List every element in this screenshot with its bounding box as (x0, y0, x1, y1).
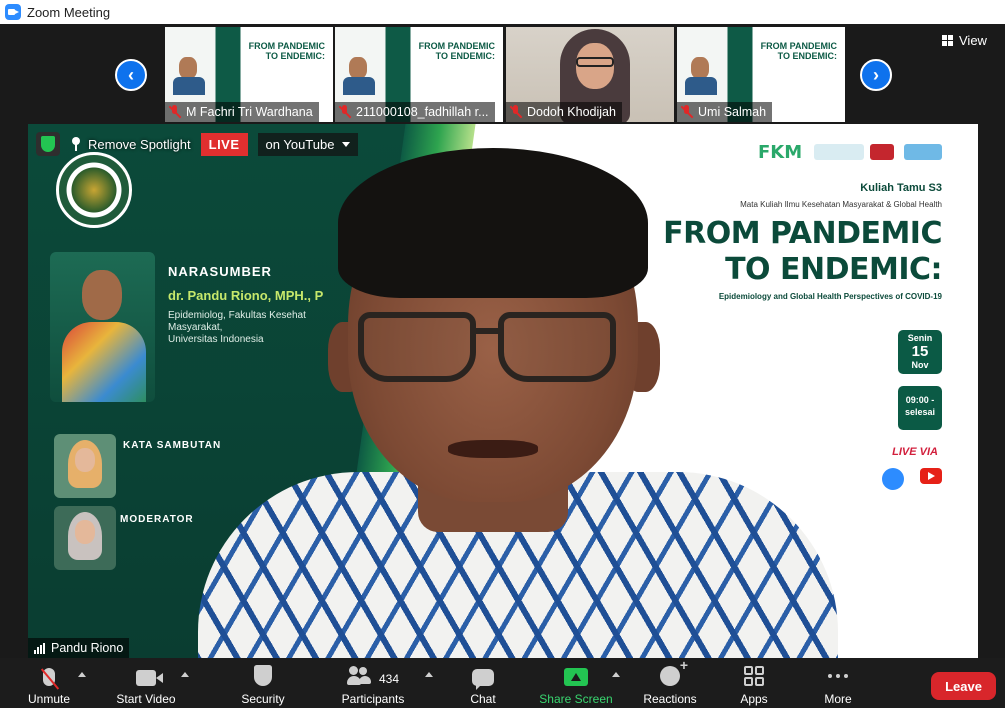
participant-name: 211000108_fadhillah r... (356, 105, 489, 119)
zoom-logo-icon (882, 468, 904, 490)
spotlight-overlay-bar: Remove Spotlight LIVE on YouTube (36, 132, 359, 156)
speaker-portrait (50, 252, 155, 402)
partner-logo (904, 144, 942, 160)
more-button[interactable]: More (818, 658, 858, 708)
encryption-shield-icon[interactable] (36, 132, 60, 156)
participant-namebar: Umi Salmah (677, 102, 773, 122)
speaker-video-figure (158, 142, 848, 658)
mic-muted-icon (681, 105, 693, 119)
remove-spotlight-label: Remove Spotlight (88, 136, 191, 152)
reactions-icon (660, 657, 688, 686)
grid-view-icon (942, 35, 953, 46)
date-badge: Senin 15 Nov (898, 330, 942, 374)
participant-thumbnail[interactable]: FROM PANDEMIC TO ENDEMIC: 211000108_fadh… (335, 27, 503, 122)
chevron-down-icon (342, 141, 351, 147)
remove-spotlight-button[interactable]: Remove Spotlight (70, 137, 191, 152)
participants-button[interactable]: 434 Participants (336, 658, 410, 708)
participant-thumbnail[interactable]: Dodoh Khodijah (506, 27, 674, 122)
speaker-namebar: Pandu Riono (28, 638, 130, 658)
university-seal-logo (56, 152, 132, 228)
mic-muted-icon (339, 105, 351, 119)
participants-options-chevron-icon[interactable] (425, 672, 433, 677)
chat-button[interactable]: Chat (462, 658, 504, 708)
host-portrait (54, 434, 116, 498)
start-video-button[interactable]: Start Video (110, 658, 182, 708)
security-button[interactable]: Security (236, 658, 290, 708)
live-stream-target: on YouTube (265, 136, 335, 152)
unmute-button[interactable]: Unmute (22, 658, 76, 708)
apps-button[interactable]: Apps (734, 658, 774, 708)
mic-muted-icon (169, 105, 181, 119)
participant-namebar: 211000108_fadhillah r... (335, 102, 495, 122)
thumb-slide-title: FROM PANDEMIC TO ENDEMIC: (418, 41, 495, 61)
participants-icon (346, 666, 371, 686)
title-bar: Zoom Meeting (0, 0, 1005, 24)
microphone-muted-icon (40, 668, 60, 690)
meeting-stage: ‹ FROM PANDEMIC TO ENDEMIC: M Fachri Tri… (0, 24, 1005, 658)
window-title: Zoom Meeting (27, 4, 111, 20)
participant-name: Umi Salmah (698, 105, 767, 119)
participant-namebar: M Fachri Tri Wardhana (165, 102, 319, 122)
participant-namebar: Dodoh Khodijah (506, 102, 622, 122)
time-badge: 09:00 - selesai (898, 386, 942, 430)
live-stream-dropdown[interactable]: on YouTube (257, 132, 359, 156)
next-page-arrow-icon[interactable]: › (860, 59, 892, 91)
share-screen-icon (564, 668, 588, 686)
kuliah-tamu-label: Kuliah Tamu S3 (860, 182, 942, 194)
participant-thumbnail[interactable]: FROM PANDEMIC TO ENDEMIC: M Fachri Tri W… (165, 27, 333, 122)
speaker-name: Pandu Riono (51, 641, 124, 655)
participant-name: Dodoh Khodijah (527, 105, 616, 119)
participant-name: M Fachri Tri Wardhana (186, 105, 313, 119)
video-off-icon (136, 670, 163, 686)
signal-strength-icon (34, 642, 45, 654)
thumb-slide-title: FROM PANDEMIC TO ENDEMIC: (760, 41, 837, 61)
share-options-chevron-icon[interactable] (612, 672, 620, 677)
more-dots-icon (828, 666, 848, 686)
reactions-button[interactable]: Reactions (640, 657, 700, 708)
leave-button[interactable]: Leave (931, 672, 996, 700)
view-button-label: View (959, 33, 987, 48)
youtube-logo-icon (920, 468, 942, 484)
pin-icon (70, 137, 82, 151)
previous-page-arrow-icon[interactable]: ‹ (115, 59, 147, 91)
shield-icon (254, 665, 272, 686)
audio-options-chevron-icon[interactable] (78, 672, 86, 677)
video-options-chevron-icon[interactable] (181, 672, 189, 677)
participant-thumbnail[interactable]: FROM PANDEMIC TO ENDEMIC: Umi Salmah (677, 27, 845, 122)
mic-muted-icon (510, 105, 522, 119)
chat-icon (472, 669, 494, 690)
partner-logo (870, 144, 894, 160)
zoom-app-icon (5, 4, 21, 20)
live-via-label: LIVE VIA (892, 446, 938, 458)
share-screen-button[interactable]: Share Screen (536, 658, 616, 708)
meeting-toolbar: Unmute Start Video Security 434 Particip… (0, 657, 1005, 708)
spotlight-video[interactable]: NARASUMBER dr. Pandu Riono, MPH., P Epid… (28, 124, 978, 658)
moderator-portrait (54, 506, 116, 570)
view-button[interactable]: View (942, 33, 987, 48)
participants-count: 434 (378, 672, 400, 686)
live-badge: LIVE (200, 132, 248, 156)
thumb-slide-title: FROM PANDEMIC TO ENDEMIC: (248, 41, 325, 61)
apps-icon (744, 666, 764, 686)
